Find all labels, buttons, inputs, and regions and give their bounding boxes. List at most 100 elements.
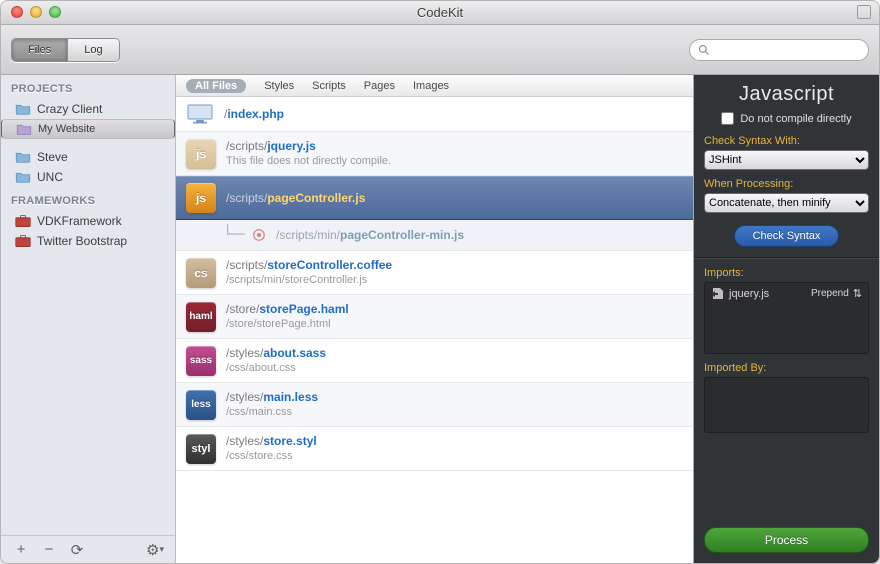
file-sub: /store/storePage.html — [226, 317, 349, 332]
file-dir: /styles/ — [226, 434, 263, 448]
file-row-main[interactable]: less /styles/main.less /css/main.css — [176, 383, 693, 427]
sidebar-item-twitter-bootstrap[interactable]: Twitter Bootstrap — [1, 231, 175, 251]
import-name: jquery.js — [729, 288, 769, 300]
file-row-pagecontroller-output[interactable]: └─ /scripts/min/pageController-min.js — [176, 220, 693, 251]
haml-icon: haml — [186, 302, 216, 332]
compile-direct-row[interactable]: Do not compile directly — [704, 112, 869, 125]
titlebar: CodeKit — [1, 1, 879, 25]
file-filters: All Files Styles Scripts Pages Images — [176, 75, 693, 97]
filter-pages[interactable]: Pages — [364, 80, 395, 92]
file-sub: /css/about.css — [226, 361, 326, 376]
js-icon: js — [186, 183, 216, 213]
inspector: Javascript Do not compile directly Check… — [694, 75, 879, 563]
fullscreen-icon[interactable] — [857, 5, 871, 19]
check-syntax-button[interactable]: Check Syntax — [734, 225, 840, 247]
chevron-up-down-icon[interactable]: ⇅ — [853, 287, 862, 300]
syntax-select[interactable]: JSHint — [704, 150, 869, 170]
import-row[interactable]: jquery.js Prepend ⇅ — [711, 287, 862, 300]
target-icon — [252, 228, 266, 242]
child-arrow-icon: └─ — [222, 226, 242, 244]
file-name: jquery.js — [267, 139, 315, 153]
file-dir: /scripts/ — [226, 191, 267, 205]
file-sub: /css/store.css — [226, 449, 317, 464]
briefcase-icon — [15, 234, 31, 248]
sidebar-item-label: Crazy Client — [37, 102, 102, 116]
file-column: All Files Styles Scripts Pages Images /i… — [176, 75, 694, 563]
remove-project-button[interactable]: − — [35, 538, 63, 562]
file-dir: /styles/ — [226, 346, 263, 360]
minimize-icon[interactable] — [30, 6, 42, 18]
file-row-pagecontroller[interactable]: js /scripts/pageController.js — [176, 176, 693, 220]
filter-images[interactable]: Images — [413, 80, 449, 92]
traffic-lights — [11, 6, 61, 18]
process-button[interactable]: Process — [704, 527, 869, 553]
sidebar-item-label: Twitter Bootstrap — [37, 234, 127, 248]
divider — [694, 257, 879, 259]
sidebar-footer: + − ⟳ ⚙▾ — [1, 535, 175, 563]
search-input[interactable] — [714, 41, 860, 59]
sidebar-item-label: VDKFramework — [37, 214, 122, 228]
file-row-store[interactable]: styl /styles/store.styl /css/store.css — [176, 427, 693, 471]
sidebar-item-label: Steve — [37, 150, 68, 164]
add-project-button[interactable]: + — [7, 538, 35, 562]
search-field[interactable] — [689, 39, 869, 61]
file-name: pageController.js — [267, 191, 365, 205]
file-name: store.styl — [263, 434, 316, 448]
file-name: index.php — [227, 107, 284, 121]
search-icon — [698, 44, 710, 56]
file-row-storecontroller[interactable]: cs /scripts/storeController.coffee /scri… — [176, 251, 693, 295]
sidebar: PROJECTS Crazy Client My Website Steve U… — [1, 75, 176, 563]
tab-log[interactable]: Log — [68, 39, 118, 61]
sidebar-item-label: UNC — [37, 170, 63, 184]
file-name: about.sass — [263, 346, 326, 360]
sidebar-item-unc[interactable]: UNC — [1, 167, 175, 187]
file-dir: /scripts/ — [226, 258, 267, 272]
frameworks-header: FRAMEWORKS — [1, 187, 175, 211]
view-segmented: Files Log — [11, 38, 120, 62]
imports-panel[interactable]: jquery.js Prepend ⇅ — [704, 282, 869, 354]
compile-direct-checkbox[interactable] — [721, 112, 734, 125]
tab-files[interactable]: Files — [12, 39, 68, 61]
file-name: main.less — [263, 390, 318, 404]
file-row-jquery[interactable]: js /scripts/jquery.js This file does not… — [176, 132, 693, 176]
sidebar-item-crazy-client[interactable]: Crazy Client — [1, 99, 175, 119]
imported-by-label: Imported By: — [704, 362, 869, 374]
filter-styles[interactable]: Styles — [264, 80, 294, 92]
imports-label: Imports: — [704, 267, 869, 279]
refresh-button[interactable]: ⟳ — [63, 538, 91, 562]
imported-by-panel[interactable] — [704, 377, 869, 433]
file-dir: /store/ — [226, 302, 259, 316]
filter-scripts[interactable]: Scripts — [312, 80, 346, 92]
briefcase-icon — [15, 214, 31, 228]
file-sub: This file does not directly compile. — [226, 154, 391, 169]
coffee-icon: cs — [186, 258, 216, 288]
projects-header: PROJECTS — [1, 75, 175, 99]
filter-all[interactable]: All Files — [186, 79, 246, 93]
file-dir: /styles/ — [226, 390, 263, 404]
import-icon — [711, 288, 725, 300]
file-name: pageController-min.js — [340, 228, 464, 242]
sidebar-item-steve[interactable]: Steve — [1, 147, 175, 167]
sidebar-item-vdkframework[interactable]: VDKFramework — [1, 211, 175, 231]
sass-icon: sass — [186, 346, 216, 376]
js-icon: js — [186, 139, 216, 169]
zoom-icon[interactable] — [49, 6, 61, 18]
import-mode[interactable]: Prepend — [811, 288, 849, 299]
inspector-title: Javascript — [704, 83, 869, 106]
processing-select[interactable]: Concatenate, then minify — [704, 193, 869, 213]
window-title: CodeKit — [417, 5, 463, 20]
folder-icon — [15, 171, 31, 183]
file-row-storepage[interactable]: haml /store/storePage.haml /store/storeP… — [176, 295, 693, 339]
close-icon[interactable] — [11, 6, 23, 18]
sidebar-item-label: My Website — [38, 123, 95, 135]
sidebar-item-my-website[interactable]: My Website — [1, 119, 175, 139]
file-sub: /css/main.css — [226, 405, 318, 420]
file-dir: /scripts/ — [226, 139, 267, 153]
folder-icon — [15, 151, 31, 163]
file-dir: /scripts/min/ — [276, 228, 340, 242]
file-list: /index.php js /scripts/jquery.js This fi… — [176, 97, 693, 563]
gear-icon[interactable]: ⚙▾ — [141, 538, 169, 562]
less-icon: less — [186, 390, 216, 420]
file-row-index[interactable]: /index.php — [176, 97, 693, 132]
file-row-about[interactable]: sass /styles/about.sass /css/about.css — [176, 339, 693, 383]
